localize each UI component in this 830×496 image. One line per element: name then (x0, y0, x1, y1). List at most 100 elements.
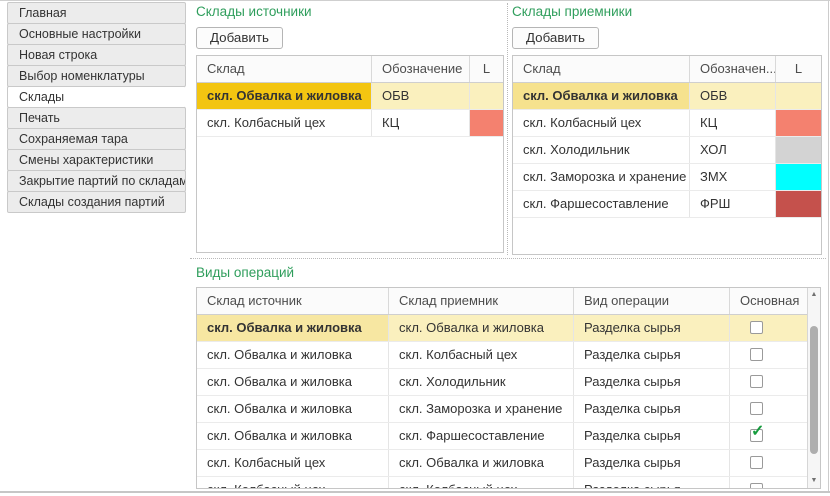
table-row[interactable]: скл. Колбасный цех КЦ (513, 110, 821, 137)
cell-dst[interactable]: скл. Заморозка и хранение (389, 396, 574, 422)
main-checkbox[interactable] (750, 483, 763, 489)
table-row[interactable]: скл. Заморозка и хранение ЗМХ (513, 164, 821, 191)
main-checkbox[interactable] (750, 402, 763, 415)
table-row[interactable]: скл. Колбасный цех скл. Колбасный цех Ра… (197, 477, 820, 489)
scroll-down-icon[interactable]: ▼ (808, 475, 820, 487)
sidebar-item-zakrytie-partiy[interactable]: Закрытие партий по складам (7, 170, 186, 192)
operations-panel-title: Виды операций (196, 265, 294, 280)
column-header-sklad-istochnik[interactable]: Склад источник (197, 288, 389, 314)
cell-code[interactable]: ХОЛ (690, 137, 776, 163)
cell-color[interactable] (470, 83, 503, 109)
table-row[interactable]: скл. Колбасный цех скл. Обвалка и жиловк… (197, 450, 820, 477)
cell-color[interactable] (776, 164, 821, 190)
cell-sklad[interactable]: скл. Обвалка и жиловка (513, 83, 690, 109)
cell-sklad[interactable]: скл. Холодильник (513, 137, 690, 163)
cell-sklad[interactable]: скл. Заморозка и хранение (513, 164, 690, 190)
column-header-sklad[interactable]: Склад (197, 56, 372, 82)
table-row[interactable]: скл. Колбасный цех КЦ (197, 110, 503, 137)
cell-op[interactable]: Разделка сырья (574, 423, 730, 449)
cell-src[interactable]: скл. Обвалка и жиловка (197, 315, 389, 341)
cell-op[interactable]: Разделка сырья (574, 477, 730, 489)
receivers-table-header: Склад Обозначен... L (513, 56, 821, 83)
cell-sklad[interactable]: скл. Фаршесоставление (513, 191, 690, 217)
table-row[interactable]: скл. Холодильник ХОЛ (513, 137, 821, 164)
column-header-oboznachenie[interactable]: Обозначение (372, 56, 470, 82)
sidebar-item-sklady-sozdaniya-partiy[interactable]: Склады создания партий (7, 191, 186, 213)
cell-sklad[interactable]: скл. Колбасный цех (513, 110, 690, 136)
sidebar-item-pechat[interactable]: Печать (7, 107, 186, 129)
sidebar-item-sokhranyaemaya-tara[interactable]: Сохраняемая тара (7, 128, 186, 150)
scrollbar-thumb[interactable] (810, 326, 818, 454)
cell-dst[interactable]: скл. Колбасный цех (389, 342, 574, 368)
cell-src[interactable]: скл. Колбасный цех (197, 477, 389, 489)
cell-code[interactable]: ЗМХ (690, 164, 776, 190)
cell-code[interactable]: ФРШ (690, 191, 776, 217)
cell-dst[interactable]: скл. Обвалка и жиловка (389, 315, 574, 341)
table-row[interactable]: скл. Обвалка и жиловка скл. Холодильник … (197, 369, 820, 396)
cell-main[interactable] (730, 423, 807, 449)
vertical-splitter[interactable] (507, 3, 508, 255)
sidebar-item-glavnaya[interactable]: Главная (7, 2, 186, 24)
cell-color[interactable] (776, 191, 821, 217)
main-checkbox[interactable] (750, 375, 763, 388)
column-header-l[interactable]: L (776, 56, 821, 82)
table-row[interactable]: скл. Обвалка и жиловка скл. Обвалка и жи… (197, 315, 820, 342)
cell-main[interactable] (730, 396, 807, 422)
column-header-sklad-priemnik[interactable]: Склад приемник (389, 288, 574, 314)
main-checkbox[interactable] (750, 456, 763, 469)
cell-dst[interactable]: скл. Фаршесоставление (389, 423, 574, 449)
column-header-osnovnaya[interactable]: Основная (730, 288, 807, 314)
cell-color[interactable] (776, 83, 821, 109)
main-checkbox[interactable] (750, 321, 763, 334)
column-header-vid-operacii[interactable]: Вид операции (574, 288, 730, 314)
cell-src[interactable]: скл. Обвалка и жиловка (197, 396, 389, 422)
cell-color[interactable] (470, 110, 503, 136)
cell-src[interactable]: скл. Колбасный цех (197, 450, 389, 476)
table-row[interactable]: скл. Обвалка и жиловка скл. Фаршесоставл… (197, 423, 820, 450)
cell-sklad[interactable]: скл. Обвалка и жиловка (197, 83, 372, 109)
cell-src[interactable]: скл. Обвалка и жиловка (197, 423, 389, 449)
cell-code[interactable]: КЦ (372, 110, 470, 136)
cell-op[interactable]: Разделка сырья (574, 315, 730, 341)
sidebar-item-novaya-stroka[interactable]: Новая строка (7, 44, 186, 66)
column-header-l[interactable]: L (470, 56, 503, 82)
sidebar-item-smeny-kharakteristiki[interactable]: Смены характеристики (7, 149, 186, 171)
sidebar-item-sklady[interactable]: Склады (7, 86, 186, 108)
vertical-scrollbar[interactable]: ▲ ▼ (807, 288, 820, 488)
cell-color[interactable] (776, 110, 821, 136)
cell-sklad[interactable]: скл. Колбасный цех (197, 110, 372, 136)
cell-op[interactable]: Разделка сырья (574, 450, 730, 476)
cell-op[interactable]: Разделка сырья (574, 396, 730, 422)
cell-dst[interactable]: скл. Обвалка и жиловка (389, 450, 574, 476)
cell-main[interactable] (730, 450, 807, 476)
cell-main[interactable] (730, 315, 807, 341)
cell-src[interactable]: скл. Обвалка и жиловка (197, 342, 389, 368)
cell-code[interactable]: КЦ (690, 110, 776, 136)
sidebar-item-osnovnye-nastroyki[interactable]: Основные настройки (7, 23, 186, 45)
column-header-oboznachenie[interactable]: Обозначен... (690, 56, 776, 82)
main-checkbox-checked[interactable] (750, 429, 763, 442)
cell-main[interactable] (730, 342, 807, 368)
table-row[interactable]: скл. Обвалка и жиловка ОБВ (513, 83, 821, 110)
table-row[interactable]: скл. Обвалка и жиловка ОБВ (197, 83, 503, 110)
cell-op[interactable]: Разделка сырья (574, 342, 730, 368)
sources-add-button[interactable]: Добавить (196, 27, 283, 49)
cell-src[interactable]: скл. Обвалка и жиловка (197, 369, 389, 395)
table-row[interactable]: скл. Фаршесоставление ФРШ (513, 191, 821, 218)
cell-op[interactable]: Разделка сырья (574, 369, 730, 395)
cell-main[interactable] (730, 477, 807, 489)
cell-main[interactable] (730, 369, 807, 395)
cell-color[interactable] (776, 137, 821, 163)
table-row[interactable]: скл. Обвалка и жиловка скл. Заморозка и … (197, 396, 820, 423)
cell-dst[interactable]: скл. Холодильник (389, 369, 574, 395)
sidebar-item-vybor-nomenklatury[interactable]: Выбор номенклатуры (7, 65, 186, 87)
column-header-sklad[interactable]: Склад (513, 56, 690, 82)
main-checkbox[interactable] (750, 348, 763, 361)
cell-code[interactable]: ОБВ (372, 83, 470, 109)
horizontal-splitter[interactable] (190, 258, 826, 259)
scroll-up-icon[interactable]: ▲ (808, 289, 820, 301)
table-row[interactable]: скл. Обвалка и жиловка скл. Колбасный це… (197, 342, 820, 369)
cell-code[interactable]: ОБВ (690, 83, 776, 109)
receivers-add-button[interactable]: Добавить (512, 27, 599, 49)
cell-dst[interactable]: скл. Колбасный цех (389, 477, 574, 489)
